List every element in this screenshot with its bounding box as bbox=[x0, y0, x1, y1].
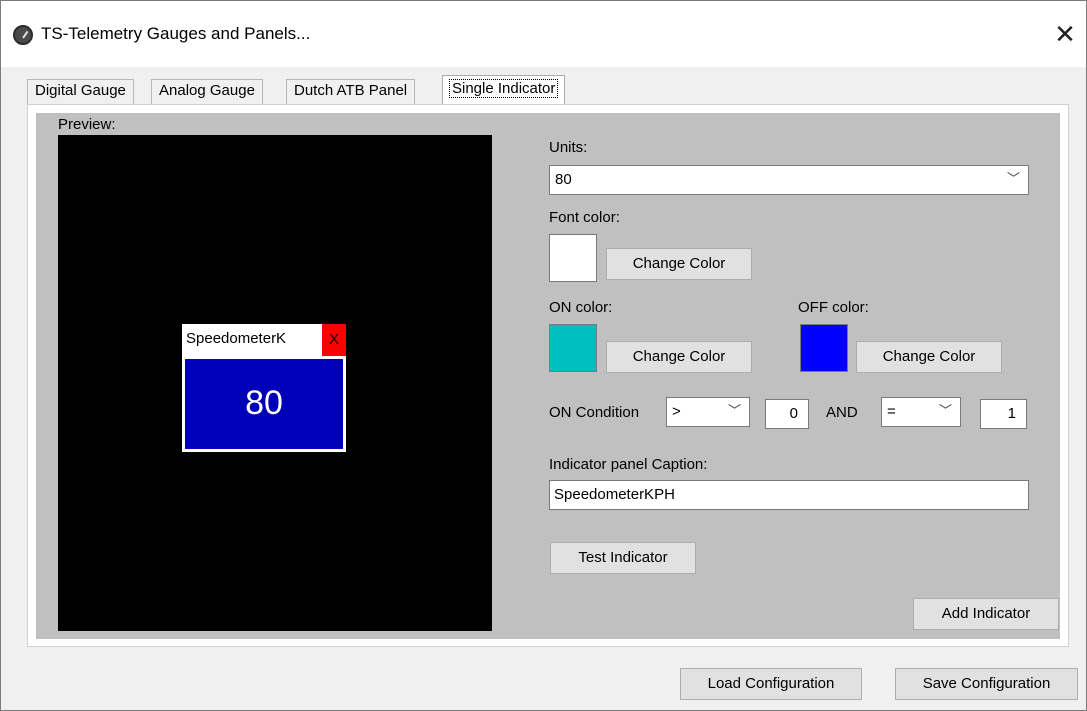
on-condition-label: ON Condition bbox=[549, 404, 640, 421]
preview-canvas: SpeedometerK X 80 bbox=[58, 135, 492, 631]
condition-operator-1-value: > bbox=[672, 403, 681, 420]
tab-label: Dutch ATB Panel bbox=[294, 82, 408, 99]
preview-label: Preview: bbox=[58, 116, 116, 133]
add-indicator-button[interactable]: Add Indicator bbox=[913, 598, 1059, 630]
units-select[interactable]: 80 ﹀ bbox=[549, 165, 1029, 195]
title-bar: TS-Telemetry Gauges and Panels... ✕ bbox=[1, 1, 1086, 67]
condition-value-1-input[interactable]: 0 bbox=[765, 399, 809, 429]
font-color-change-button[interactable]: Change Color bbox=[606, 248, 752, 280]
save-configuration-button[interactable]: Save Configuration bbox=[895, 668, 1078, 700]
font-color-swatch bbox=[549, 234, 597, 282]
load-configuration-button[interactable]: Load Configuration bbox=[680, 668, 862, 700]
condition-operator-2-value: = bbox=[887, 403, 896, 420]
off-color-swatch bbox=[800, 324, 848, 372]
on-color-swatch bbox=[549, 324, 597, 372]
condition-and-label: AND bbox=[826, 404, 858, 421]
gauge-app-icon bbox=[13, 25, 33, 45]
condition-value-2-input[interactable]: 1 bbox=[980, 399, 1027, 429]
chevron-down-icon: ﹀ bbox=[1006, 172, 1020, 187]
caption-input[interactable]: SpeedometerKPH bbox=[549, 480, 1029, 510]
units-label: Units: bbox=[549, 139, 588, 156]
indicator-caption: SpeedometerK bbox=[182, 324, 322, 356]
tab-label: Single Indicator bbox=[448, 79, 559, 98]
tab-single-indicator[interactable]: Single Indicator bbox=[442, 75, 566, 105]
on-color-label: ON color: bbox=[549, 299, 613, 316]
tab-analog-gauge[interactable]: Analog Gauge bbox=[151, 79, 263, 104]
tab-label: Digital Gauge bbox=[35, 82, 126, 99]
condition-operator-1-select[interactable]: > ﹀ bbox=[666, 397, 750, 427]
tab-digital-gauge[interactable]: Digital Gauge bbox=[27, 79, 134, 104]
caption-label: Indicator panel Caption: bbox=[549, 456, 708, 473]
on-color-change-button[interactable]: Change Color bbox=[606, 341, 752, 373]
single-indicator-panel: Preview: SpeedometerK X 80 Units: 80 ﹀ F… bbox=[27, 104, 1069, 647]
chevron-down-icon: ﹀ bbox=[727, 404, 741, 419]
panel-body: Preview: SpeedometerK X 80 Units: 80 ﹀ F… bbox=[36, 113, 1060, 639]
window-title: TS-Telemetry Gauges and Panels... bbox=[41, 24, 311, 43]
chevron-down-icon: ﹀ bbox=[938, 404, 952, 419]
tab-dutch-atb-panel[interactable]: Dutch ATB Panel bbox=[286, 79, 416, 104]
test-indicator-button[interactable]: Test Indicator bbox=[550, 542, 696, 574]
tab-label: Analog Gauge bbox=[159, 82, 255, 99]
condition-operator-2-select[interactable]: = ﹀ bbox=[881, 397, 961, 427]
units-value: 80 bbox=[555, 171, 572, 188]
indicator-close-button[interactable]: X bbox=[322, 324, 346, 356]
close-icon[interactable]: ✕ bbox=[1047, 17, 1083, 53]
off-color-change-button[interactable]: Change Color bbox=[856, 341, 1002, 373]
font-color-label: Font color: bbox=[549, 209, 620, 226]
off-color-label: OFF color: bbox=[798, 299, 869, 316]
indicator-value-display: 80 bbox=[182, 356, 346, 452]
main-window: TS-Telemetry Gauges and Panels... ✕ Digi… bbox=[0, 0, 1087, 711]
